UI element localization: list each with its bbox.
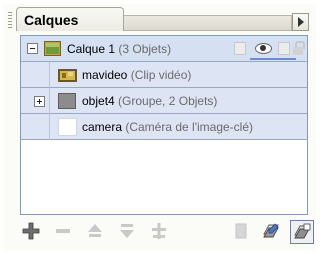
move-down-icon[interactable] <box>117 221 137 241</box>
page-icon[interactable] <box>231 221 251 241</box>
tab-strip <box>124 15 292 31</box>
layer-row[interactable]: mavideo (Clip vidéo) <box>21 62 307 88</box>
layer-color-icon[interactable] <box>234 42 246 55</box>
layer-row[interactable]: objet4 (Groupe, 2 Objets) <box>21 88 307 114</box>
layers-list: Calque 1 (3 Objets) mavideo (Clip vidéo) <box>20 35 308 215</box>
anchor-icon[interactable] <box>149 221 169 241</box>
eye-icon[interactable] <box>255 43 272 54</box>
camera-icon <box>58 118 77 136</box>
layer-label: camera (Caméra de l'image-clé) <box>82 120 253 134</box>
layer-label: Calque 1 (3 Objets) <box>67 42 171 56</box>
layer-detail: (Groupe, 2 Objets) <box>114 94 218 108</box>
indent-separator <box>49 114 50 140</box>
layer-detail: (Clip vidéo) <box>127 68 192 82</box>
panel-menu-button[interactable] <box>292 13 309 31</box>
layer-name: mavideo <box>82 68 128 82</box>
video-clip-icon <box>58 69 77 82</box>
lock-icon[interactable] <box>293 41 305 55</box>
layer-settings-icon <box>294 223 311 239</box>
layer-detail: (Caméra de l'image-clé) <box>122 120 254 134</box>
delete-icon[interactable] <box>53 221 73 241</box>
tab-title: Calques <box>24 12 79 28</box>
layer-name: Calque 1 <box>67 42 116 56</box>
selection-indicator <box>250 58 296 60</box>
layers-toolbar <box>13 218 316 246</box>
layer-name: objet4 <box>82 94 115 108</box>
expand-icon[interactable] <box>34 96 45 107</box>
indent-separator <box>49 88 50 114</box>
layers-panel: Calques Calque 1 (3 Objets) mavideo (Cli… <box>3 4 316 251</box>
drag-grip[interactable] <box>8 12 12 28</box>
move-up-icon[interactable] <box>85 221 105 241</box>
layer-options-icon[interactable] <box>261 221 281 241</box>
layer-folder-icon <box>44 41 61 56</box>
layer-row[interactable]: camera (Caméra de l'image-clé) <box>21 114 307 140</box>
layer-label: objet4 (Groupe, 2 Objets) <box>82 94 217 108</box>
layer-label: mavideo (Clip vidéo) <box>82 68 191 82</box>
layer-row[interactable]: Calque 1 (3 Objets) <box>21 36 307 62</box>
layer-name: camera <box>82 120 123 134</box>
tab-calques[interactable]: Calques <box>16 7 124 31</box>
group-icon <box>58 93 76 109</box>
panel-header: Calques <box>3 4 316 32</box>
add-layer-icon[interactable] <box>21 221 41 241</box>
collapse-icon[interactable] <box>27 43 38 54</box>
outline-icon[interactable] <box>278 42 290 55</box>
indent-separator <box>49 62 50 88</box>
layer-settings-button[interactable] <box>290 220 314 244</box>
layer-detail: (3 Objets) <box>115 42 172 56</box>
